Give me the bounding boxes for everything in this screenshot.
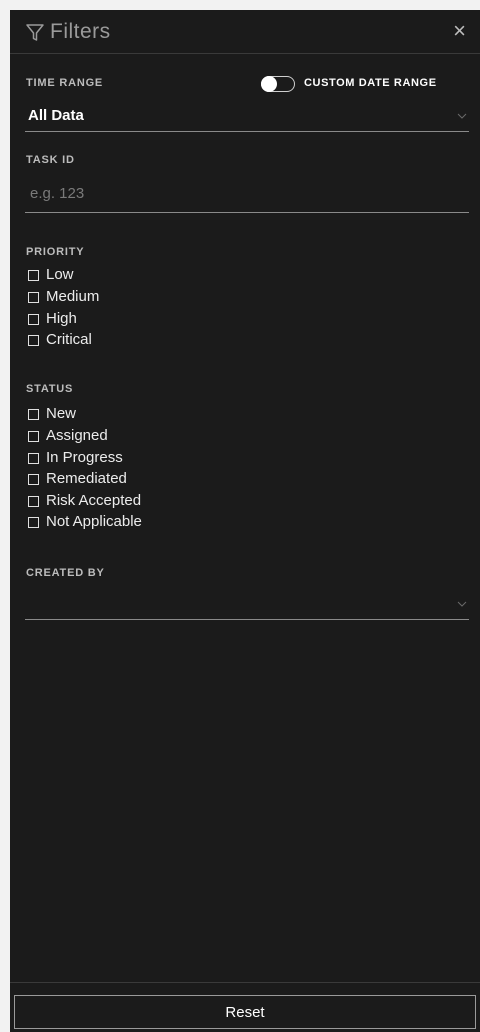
time-range-value: All Data (28, 107, 84, 124)
checkbox-icon (28, 474, 39, 485)
checkbox-icon (28, 270, 39, 281)
filters-footer: Reset (10, 982, 480, 1032)
checkbox-icon (28, 496, 39, 507)
checkbox-label: New (46, 405, 77, 422)
time-range-select[interactable]: All Data (25, 102, 469, 132)
checkbox-label: In Progress (46, 449, 123, 466)
filters-header: Filters × (10, 10, 480, 54)
custom-date-range-label: CUSTOM DATE RANGE (304, 77, 437, 89)
chevron-down-icon (457, 113, 467, 119)
panel-title: Filters (50, 20, 111, 43)
chevron-down-icon (457, 601, 467, 607)
checkbox-icon (28, 292, 39, 303)
checkbox-label: Critical (46, 331, 92, 348)
checkbox-label: Medium (46, 288, 100, 305)
funnel-icon (26, 24, 44, 41)
time-range-label: TIME RANGE (26, 77, 104, 89)
checkbox-label: Assigned (46, 427, 108, 444)
created-by-label: CREATED BY (26, 567, 105, 579)
created-by-select[interactable] (25, 590, 469, 620)
filters-panel: Filters × TIME RANGE CUSTOM DATE RANGE A… (10, 10, 480, 1032)
checkbox-icon (28, 409, 39, 420)
custom-date-range-toggle[interactable] (261, 76, 295, 92)
status-label: STATUS (26, 383, 74, 395)
reset-button[interactable]: Reset (14, 995, 476, 1029)
checkbox-label: Low (46, 266, 74, 283)
checkbox-icon (28, 517, 39, 528)
task-id-label: TASK ID (26, 154, 75, 166)
checkbox-icon (28, 314, 39, 325)
close-icon[interactable]: × (453, 20, 466, 42)
checkbox-label: Risk Accepted (46, 492, 142, 509)
checkbox-icon (28, 453, 39, 464)
checkbox-icon (28, 335, 39, 346)
toggle-knob (261, 76, 277, 92)
task-id-input[interactable] (25, 175, 469, 213)
priority-label: PRIORITY (26, 246, 85, 258)
checkbox-label: High (46, 310, 77, 327)
checkbox-label: Remediated (46, 470, 127, 487)
checkbox-icon (28, 431, 39, 442)
checkbox-label: Not Applicable (46, 513, 142, 530)
